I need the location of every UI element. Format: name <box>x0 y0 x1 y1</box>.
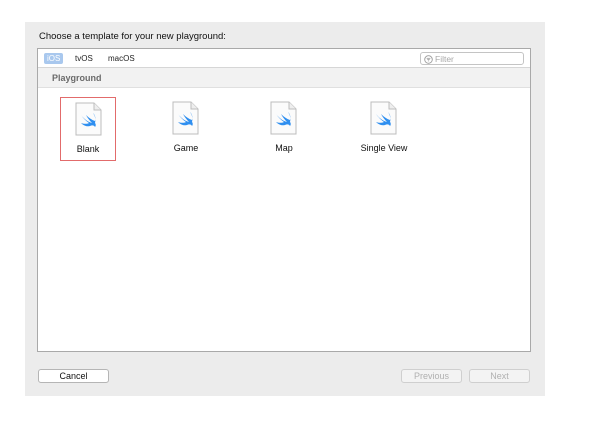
template-map[interactable]: Map <box>256 97 312 161</box>
tab-ios[interactable]: iOS <box>44 53 64 64</box>
swift-file-icon <box>368 101 398 135</box>
template-game[interactable]: Game <box>158 97 214 161</box>
swift-file-icon <box>170 101 200 135</box>
template-blank[interactable]: Blank <box>60 97 116 161</box>
new-playground-sheet: Choose a template for your new playgroun… <box>25 22 545 396</box>
previous-button[interactable]: Previous <box>401 369 462 383</box>
template-label: Blank <box>76 144 100 154</box>
template-chooser-panel: iOS tvOS macOS Playground <box>37 48 531 352</box>
next-button[interactable]: Next <box>469 369 530 383</box>
filter-input[interactable] <box>435 53 519 64</box>
swift-file-icon <box>268 101 298 135</box>
platform-tab-bar: iOS tvOS macOS <box>38 49 530 68</box>
template-label: Map <box>275 143 293 153</box>
section-title: Playground <box>52 73 102 83</box>
template-label: Game <box>173 143 199 153</box>
template-single-view[interactable]: Single View <box>356 97 412 161</box>
cancel-button[interactable]: Cancel <box>38 369 109 383</box>
tab-tvos[interactable]: tvOS <box>72 53 96 64</box>
tab-macos[interactable]: macOS <box>105 53 138 64</box>
dialog-prompt: Choose a template for your new playgroun… <box>39 31 226 42</box>
filter-field[interactable] <box>420 52 524 65</box>
swift-file-icon <box>73 102 103 136</box>
template-label: Single View <box>360 143 408 153</box>
section-header: Playground <box>38 68 530 88</box>
filter-icon <box>424 55 433 64</box>
